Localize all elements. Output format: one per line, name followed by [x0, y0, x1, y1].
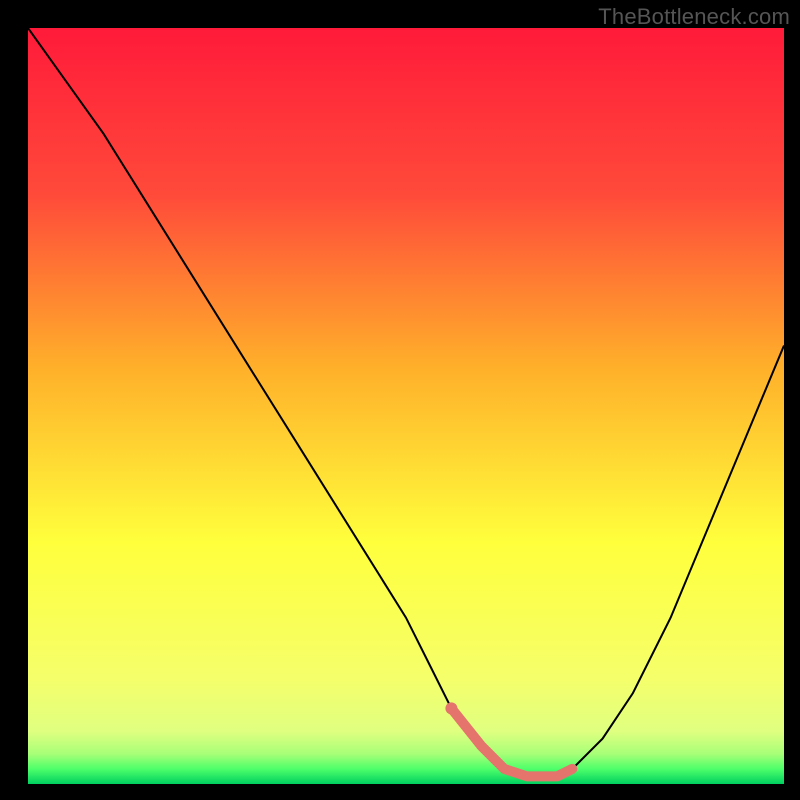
watermark-text: TheBottleneck.com — [598, 4, 790, 30]
optimal-range-start-dot — [445, 702, 457, 714]
gradient-background — [28, 28, 784, 784]
chart-frame: TheBottleneck.com — [0, 0, 800, 800]
bottleneck-chart — [28, 28, 784, 784]
